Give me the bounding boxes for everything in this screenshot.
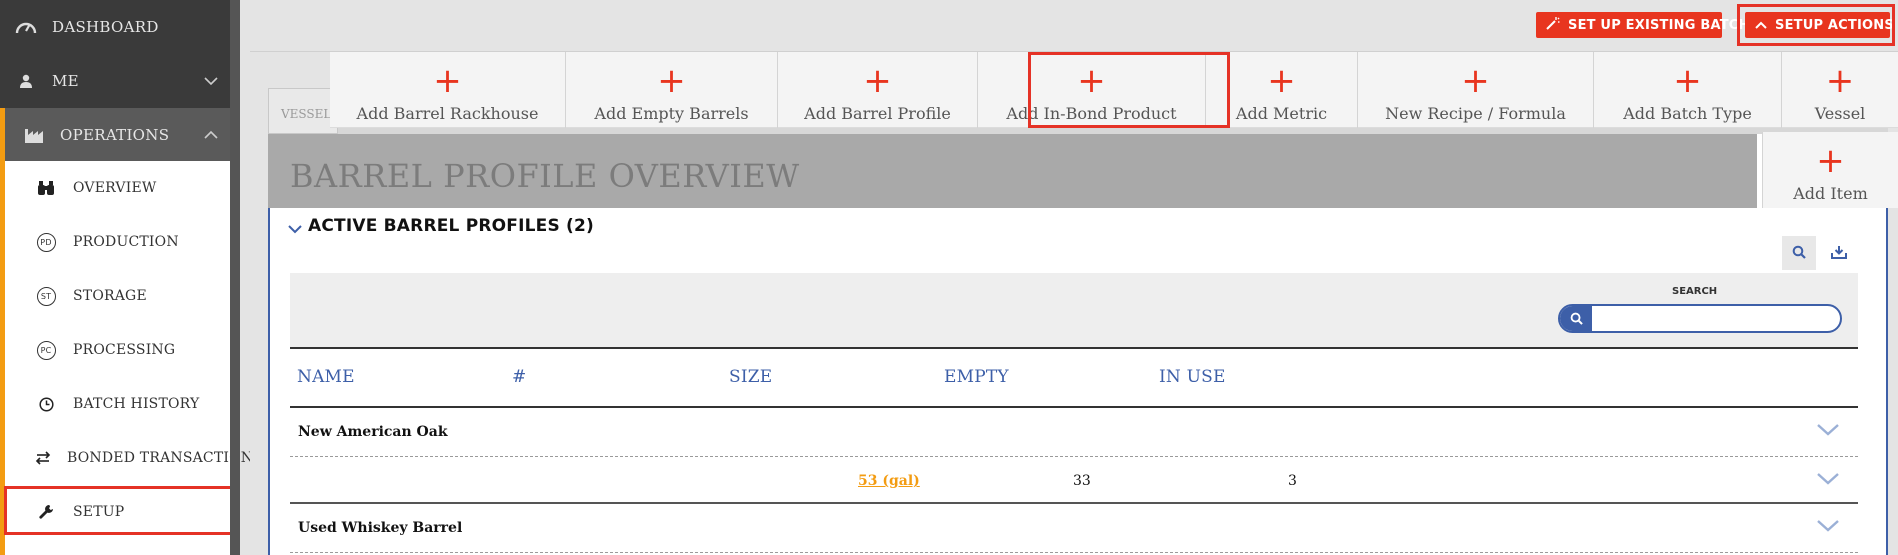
plus-icon: + xyxy=(1461,61,1490,101)
quick-add-label: New Recipe / Formula xyxy=(1385,104,1566,123)
search-icon xyxy=(1792,244,1806,263)
add-item-button[interactable]: + Add Item xyxy=(1762,132,1898,208)
quick-add-label: Vessel xyxy=(1814,104,1866,123)
sidebar-item-dashboard[interactable]: DASHBOARD xyxy=(0,0,240,54)
setup-highlight-box xyxy=(4,486,236,535)
search-input[interactable] xyxy=(1594,306,1838,331)
production-badge-icon: PD xyxy=(36,232,56,252)
sidebar-item-label: PRODUCTION xyxy=(73,234,179,250)
sidebar-item-operations[interactable]: OPERATIONS xyxy=(0,108,240,162)
sidebar-item-label: PROCESSING xyxy=(73,342,176,358)
sidebar-item-label: DASHBOARD xyxy=(52,18,159,36)
sidebar-item-label: ME xyxy=(52,72,79,90)
sidebar-item-label: OVERVIEW xyxy=(73,180,157,196)
set-up-existing-batch-label: SET UP EXISTING BATCH xyxy=(1568,17,1750,33)
main-content: SET UP EXISTING BATCH SETUP ACTIONS VESS… xyxy=(250,0,1898,555)
sidebar-divider xyxy=(230,0,240,555)
column-header-in-use[interactable]: IN USE xyxy=(1159,367,1226,387)
search-icon xyxy=(1560,306,1592,331)
factory-icon xyxy=(22,126,46,144)
add-batch-type-button[interactable]: + Add Batch Type xyxy=(1594,52,1782,128)
quick-add-label: Add Batch Type xyxy=(1623,104,1752,123)
add-barrel-profile-highlight-box xyxy=(1028,52,1230,128)
quick-add-label: Add Item xyxy=(1793,184,1868,203)
add-barrel-profile-button[interactable]: + Add Barrel Profile xyxy=(778,52,978,128)
quick-add-label: Add Metric xyxy=(1235,104,1328,123)
barrel-profile-name: New American Oak xyxy=(298,424,448,440)
download-icon xyxy=(1831,244,1847,263)
quick-add-label: Add Empty Barrels xyxy=(594,104,749,123)
download-button[interactable] xyxy=(1822,236,1856,270)
plus-icon: + xyxy=(1267,61,1296,101)
column-header-empty[interactable]: EMPTY xyxy=(944,367,1009,387)
transfer-icon xyxy=(35,451,51,465)
plus-icon: + xyxy=(1673,61,1702,101)
chevron-down-icon xyxy=(204,72,218,90)
sidebar-item-processing[interactable]: PC PROCESSING xyxy=(5,323,238,377)
top-bar: SET UP EXISTING BATCH SETUP ACTIONS xyxy=(250,0,1898,52)
table-row-group[interactable]: Used Whiskey Barrel xyxy=(290,504,1858,553)
storage-badge-icon: ST xyxy=(36,286,56,306)
binoculars-icon xyxy=(35,180,57,196)
speedometer-icon xyxy=(14,18,38,36)
table-header: NAME # SIZE EMPTY IN USE xyxy=(290,347,1858,408)
user-icon xyxy=(14,74,38,88)
barrel-size-link[interactable]: 53 (gal) xyxy=(858,473,920,489)
column-header-name[interactable]: NAME xyxy=(297,367,355,387)
search-label: SEARCH xyxy=(1672,286,1718,297)
column-header-count[interactable]: # xyxy=(512,367,526,387)
chevron-up-icon xyxy=(204,126,218,144)
chevron-down-icon[interactable] xyxy=(288,219,302,238)
page-title: BARREL PROFILE OVERVIEW xyxy=(290,157,800,195)
processing-badge-icon: PC xyxy=(36,340,56,360)
sidebar-item-batch-history[interactable]: BATCH HISTORY xyxy=(5,377,238,431)
sidebar-item-label: OPERATIONS xyxy=(60,126,170,144)
search-field[interactable] xyxy=(1558,304,1842,333)
add-barrel-rackhouse-button[interactable]: + Add Barrel Rackhouse xyxy=(330,52,566,128)
table-row-group[interactable]: New American Oak xyxy=(290,408,1858,457)
empty-count: 33 xyxy=(1073,473,1091,489)
plus-icon: + xyxy=(863,61,892,101)
new-recipe-formula-button[interactable]: + New Recipe / Formula xyxy=(1358,52,1594,128)
add-empty-barrels-button[interactable]: + Add Empty Barrels xyxy=(566,52,778,128)
search-toggle-button[interactable] xyxy=(1782,236,1816,270)
section-title[interactable]: ACTIVE BARREL PROFILES (2) xyxy=(308,216,594,236)
quick-add-label: Add Barrel Profile xyxy=(804,104,951,123)
plus-icon: + xyxy=(1816,141,1845,181)
barrel-profile-name: Used Whiskey Barrel xyxy=(298,520,463,536)
in-use-count: 3 xyxy=(1288,473,1297,489)
set-up-existing-batch-button[interactable]: SET UP EXISTING BATCH xyxy=(1536,12,1749,38)
chevron-down-icon[interactable] xyxy=(1816,422,1840,441)
chevron-down-icon[interactable] xyxy=(1816,471,1840,490)
plus-icon: + xyxy=(657,61,686,101)
quick-add-label: Add Barrel Rackhouse xyxy=(356,104,539,123)
clock-icon xyxy=(35,396,57,412)
column-header-size[interactable]: SIZE xyxy=(729,367,772,387)
sidebar-item-bonded-transactions[interactable]: BONDED TRANSACTIONS xyxy=(5,431,263,485)
plus-icon: + xyxy=(1825,61,1855,101)
sidebar-item-me[interactable]: ME xyxy=(0,54,240,108)
sidebar: DASHBOARD ME OPERATIONS OVERVIEW PD PROD… xyxy=(0,0,263,555)
sidebar-item-overview[interactable]: OVERVIEW xyxy=(5,161,238,215)
sidebar-item-production[interactable]: PD PRODUCTION xyxy=(5,215,238,269)
sidebar-item-storage[interactable]: ST STORAGE xyxy=(5,269,238,323)
chevron-down-icon[interactable] xyxy=(1816,518,1840,537)
vessel-button[interactable]: + Vessel xyxy=(1782,52,1898,128)
plus-icon: + xyxy=(433,61,462,101)
sidebar-item-label: STORAGE xyxy=(73,288,147,304)
table-row: 53 (gal) 33 3 xyxy=(290,457,1858,504)
sidebar-item-label: BATCH HISTORY xyxy=(73,396,200,412)
tab-vessel[interactable]: VESSEL xyxy=(268,88,338,134)
setup-actions-highlight-box xyxy=(1737,4,1895,46)
magic-wand-icon xyxy=(1546,16,1560,34)
